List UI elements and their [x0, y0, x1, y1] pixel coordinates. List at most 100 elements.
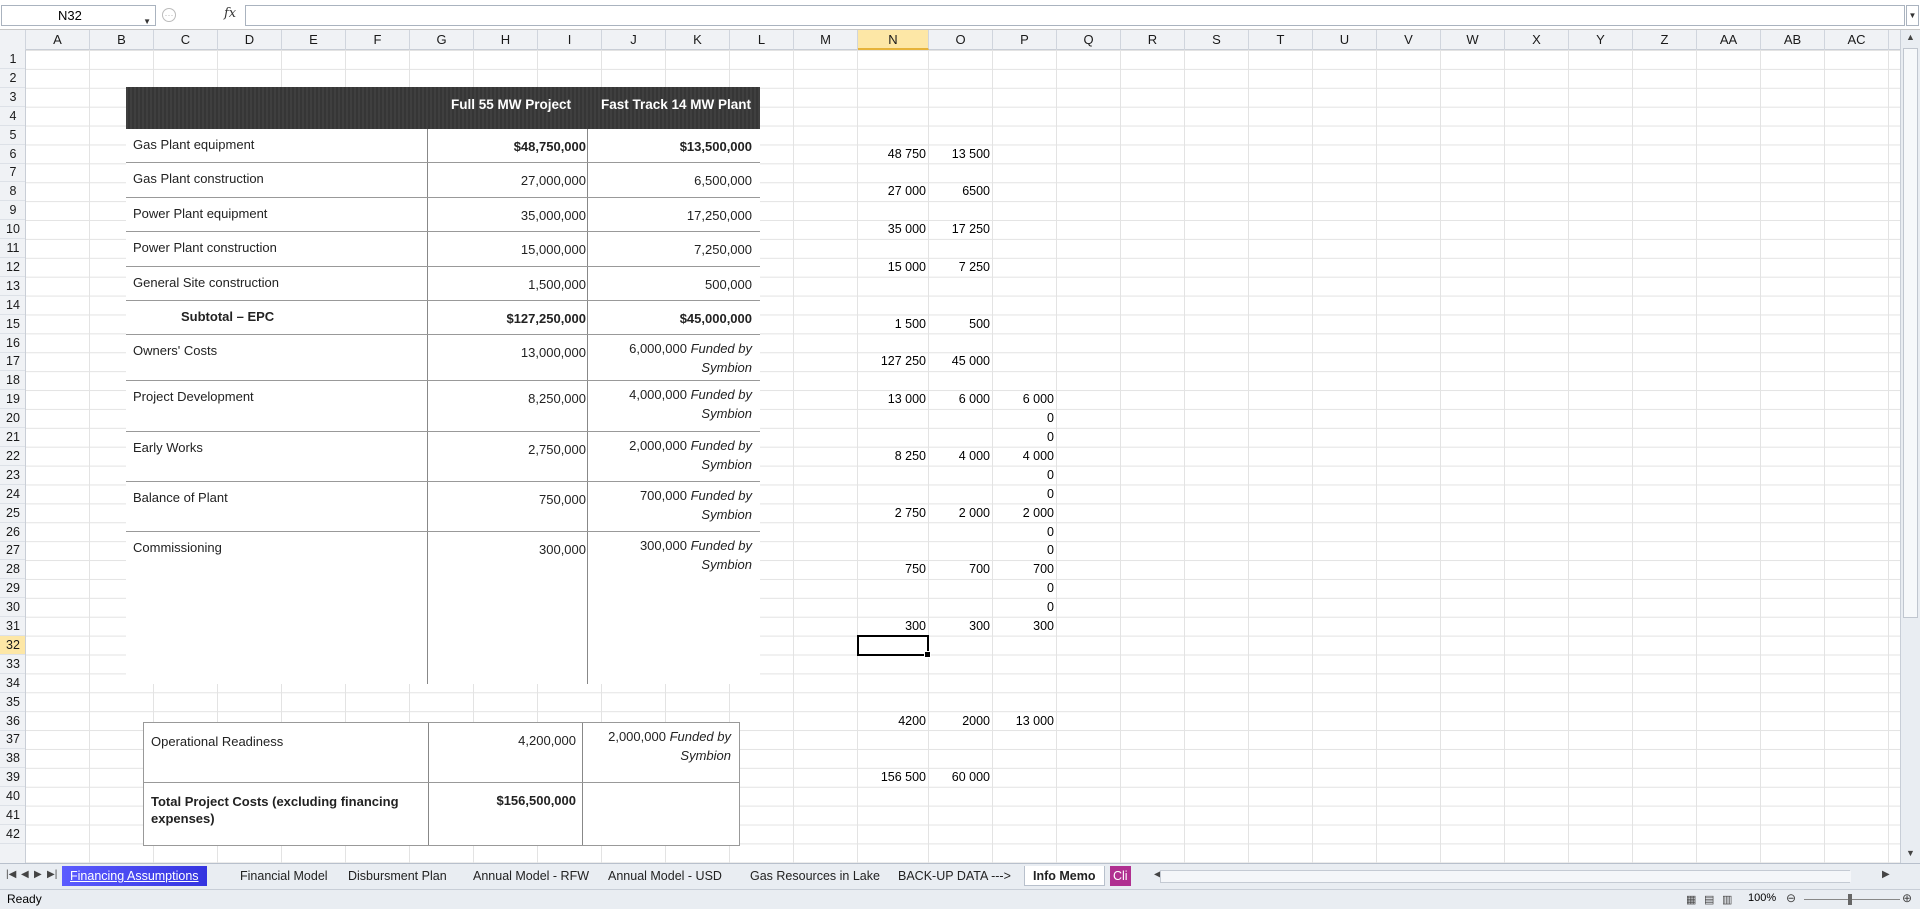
row-header-1[interactable]: 1	[0, 50, 25, 69]
column-header-o[interactable]: O	[929, 30, 993, 50]
sheet-tab[interactable]: Cli	[1110, 866, 1131, 886]
cell-o6[interactable]: 13 500	[929, 145, 993, 163]
column-header-k[interactable]: K	[666, 30, 730, 50]
column-header-r[interactable]: R	[1121, 30, 1185, 50]
column-header-e[interactable]: E	[282, 30, 346, 50]
row-header-40[interactable]: 40	[0, 787, 25, 807]
cell-p23[interactable]: 0	[993, 466, 1057, 484]
cell-n36[interactable]: 4200	[858, 712, 929, 730]
formula-input[interactable]	[245, 5, 1905, 26]
column-header-c[interactable]: C	[154, 30, 218, 50]
sheet-tab[interactable]: Info Memo	[1024, 866, 1105, 886]
cell-p36[interactable]: 13 000	[993, 712, 1057, 730]
zoom-out-icon[interactable]: ⊖	[1786, 891, 1796, 905]
scroll-up-icon[interactable]: ▲	[1906, 32, 1915, 42]
row-header-23[interactable]: 23	[0, 466, 25, 485]
column-header-v[interactable]: V	[1377, 30, 1441, 50]
sheet-tab[interactable]: Gas Resources in Lake	[742, 866, 888, 886]
column-header-q[interactable]: Q	[1057, 30, 1121, 50]
row-header-8[interactable]: 8	[0, 182, 25, 202]
prev-sheet-icon[interactable]: ◀	[21, 869, 29, 880]
row-header-24[interactable]: 24	[0, 485, 25, 504]
cell-o17[interactable]: 45 000	[929, 352, 993, 370]
cell-o10[interactable]: 17 250	[929, 220, 993, 238]
column-header-s[interactable]: S	[1185, 30, 1249, 50]
cell-o12[interactable]: 7 250	[929, 258, 993, 276]
cell-o8[interactable]: 6500	[929, 182, 993, 200]
row-header-14[interactable]: 14	[0, 296, 25, 315]
row-header-19[interactable]: 19	[0, 390, 25, 410]
row-header-10[interactable]: 10	[0, 220, 25, 240]
row-header-37[interactable]: 37	[0, 730, 25, 750]
row-header-11[interactable]: 11	[0, 239, 25, 258]
sheet-tab[interactable]: Annual Model - RFW	[465, 866, 597, 886]
row-header-27[interactable]: 27	[0, 541, 25, 561]
row-header-36[interactable]: 36	[0, 712, 25, 731]
cell-o31[interactable]: 300	[929, 617, 993, 635]
cell-n10[interactable]: 35 000	[858, 220, 929, 238]
cell-o19[interactable]: 6 000	[929, 390, 993, 408]
column-header-ab[interactable]: AB	[1761, 30, 1825, 50]
cell-n31[interactable]: 300	[858, 617, 929, 635]
row-header-5[interactable]: 5	[0, 126, 25, 145]
row-header-7[interactable]: 7	[0, 163, 25, 183]
select-all-corner[interactable]	[0, 30, 26, 50]
row-header-2[interactable]: 2	[0, 69, 25, 88]
chevron-down-icon[interactable]: ▼	[1906, 5, 1919, 26]
cell-p24[interactable]: 0	[993, 485, 1057, 503]
row-header-17[interactable]: 17	[0, 352, 25, 372]
column-header-f[interactable]: F	[346, 30, 410, 50]
row-header-3[interactable]: 3	[0, 88, 25, 107]
cell-p31[interactable]: 300	[993, 617, 1057, 635]
row-header-35[interactable]: 35	[0, 693, 25, 712]
sheet-tab[interactable]: BACK-UP DATA --->	[890, 866, 1019, 886]
scroll-down-icon[interactable]: ▼	[1906, 848, 1915, 858]
row-header-20[interactable]: 20	[0, 409, 25, 429]
cell-n6[interactable]: 48 750	[858, 145, 929, 163]
cell-o36[interactable]: 2000	[929, 712, 993, 730]
column-header-j[interactable]: J	[602, 30, 666, 50]
zoom-slider[interactable]	[1804, 899, 1900, 900]
sheet-tab[interactable]: Annual Model - USD	[600, 866, 730, 886]
column-header-g[interactable]: G	[410, 30, 474, 50]
cell-p26[interactable]: 0	[993, 523, 1057, 541]
column-header-aa[interactable]: AA	[1697, 30, 1761, 50]
cost-table-image[interactable]: Full 55 MW Project Fast Track 14 MW Plant…	[126, 87, 760, 684]
cell-p27[interactable]: 0	[993, 541, 1057, 559]
sheet-tab[interactable]: Financial Model	[232, 866, 336, 886]
column-header-l[interactable]: L	[730, 30, 794, 50]
page-layout-icon[interactable]: ▤	[1704, 893, 1714, 906]
row-header-21[interactable]: 21	[0, 428, 25, 447]
sheet-tab[interactable]: Disbursment Plan	[340, 866, 455, 886]
active-cell[interactable]	[857, 634, 931, 658]
normal-view-icon[interactable]: ▦	[1686, 893, 1696, 906]
next-sheet-icon[interactable]: ▶	[34, 869, 42, 880]
horizontal-scrollbar[interactable]	[1160, 870, 1851, 883]
cost-table-image-2[interactable]: Operational Readiness 4,200,000 2,000,000 …	[143, 722, 740, 846]
cell-p20[interactable]: 0	[993, 409, 1057, 427]
row-header-4[interactable]: 4	[0, 107, 25, 126]
cell-o28[interactable]: 700	[929, 560, 993, 578]
column-header-y[interactable]: Y	[1569, 30, 1633, 50]
row-header-39[interactable]: 39	[0, 768, 25, 788]
cell-n12[interactable]: 15 000	[858, 258, 929, 276]
cell-n19[interactable]: 13 000	[858, 390, 929, 408]
column-header-d[interactable]: D	[218, 30, 282, 50]
horizontal-scroll-thumb[interactable]	[1161, 871, 1851, 882]
page-break-icon[interactable]: ▥	[1722, 893, 1732, 906]
row-header-42[interactable]: 42	[0, 825, 25, 844]
row-header-32[interactable]: 32	[0, 635, 25, 655]
column-header-u[interactable]: U	[1313, 30, 1377, 50]
zoom-level[interactable]: 100%	[1748, 892, 1776, 904]
cell-o25[interactable]: 2 000	[929, 504, 993, 522]
row-header-34[interactable]: 34	[0, 674, 25, 693]
cell-p22[interactable]: 4 000	[993, 447, 1057, 465]
column-header-p[interactable]: P	[993, 30, 1057, 50]
cell-p19[interactable]: 6 000	[993, 390, 1057, 408]
row-header-6[interactable]: 6	[0, 145, 25, 164]
column-header-m[interactable]: M	[794, 30, 858, 50]
column-header-x[interactable]: X	[1505, 30, 1569, 50]
cell-n25[interactable]: 2 750	[858, 504, 929, 522]
cell-n22[interactable]: 8 250	[858, 447, 929, 465]
chevron-down-icon[interactable]: ▼	[143, 12, 151, 31]
